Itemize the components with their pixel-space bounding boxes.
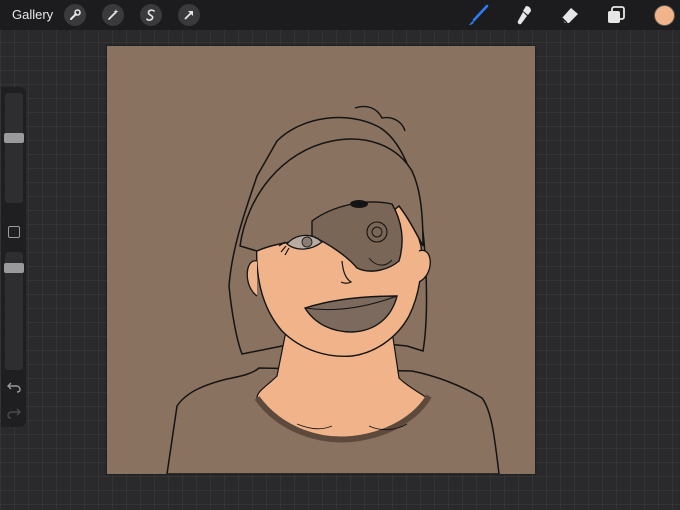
brush-size-thumb[interactable] [4,133,24,143]
wrench-icon[interactable] [64,4,86,26]
gallery-button[interactable]: Gallery [12,7,53,22]
brush-size-slider[interactable] [4,93,24,203]
left-sidebar [1,87,26,427]
artwork [107,46,535,474]
color-picker[interactable] [654,5,675,26]
eraser-icon[interactable] [558,3,582,27]
drawing-canvas[interactable] [107,46,535,474]
opacity-thumb[interactable] [4,263,24,273]
brush-icon[interactable] [467,3,491,27]
modifier-square-icon[interactable] [8,226,20,238]
redo-icon[interactable] [7,407,21,419]
patch-strap-ring [350,200,368,208]
transform-arrow-icon[interactable] [178,4,200,26]
top-toolbar: Gallery [0,0,680,30]
undo-icon[interactable] [7,381,21,393]
magic-wand-icon[interactable] [102,4,124,26]
opacity-slider[interactable] [4,252,24,370]
smudge-icon[interactable] [512,3,536,27]
left-pupil [301,236,313,248]
layers-icon[interactable] [604,3,628,27]
selection-icon[interactable] [140,4,162,26]
